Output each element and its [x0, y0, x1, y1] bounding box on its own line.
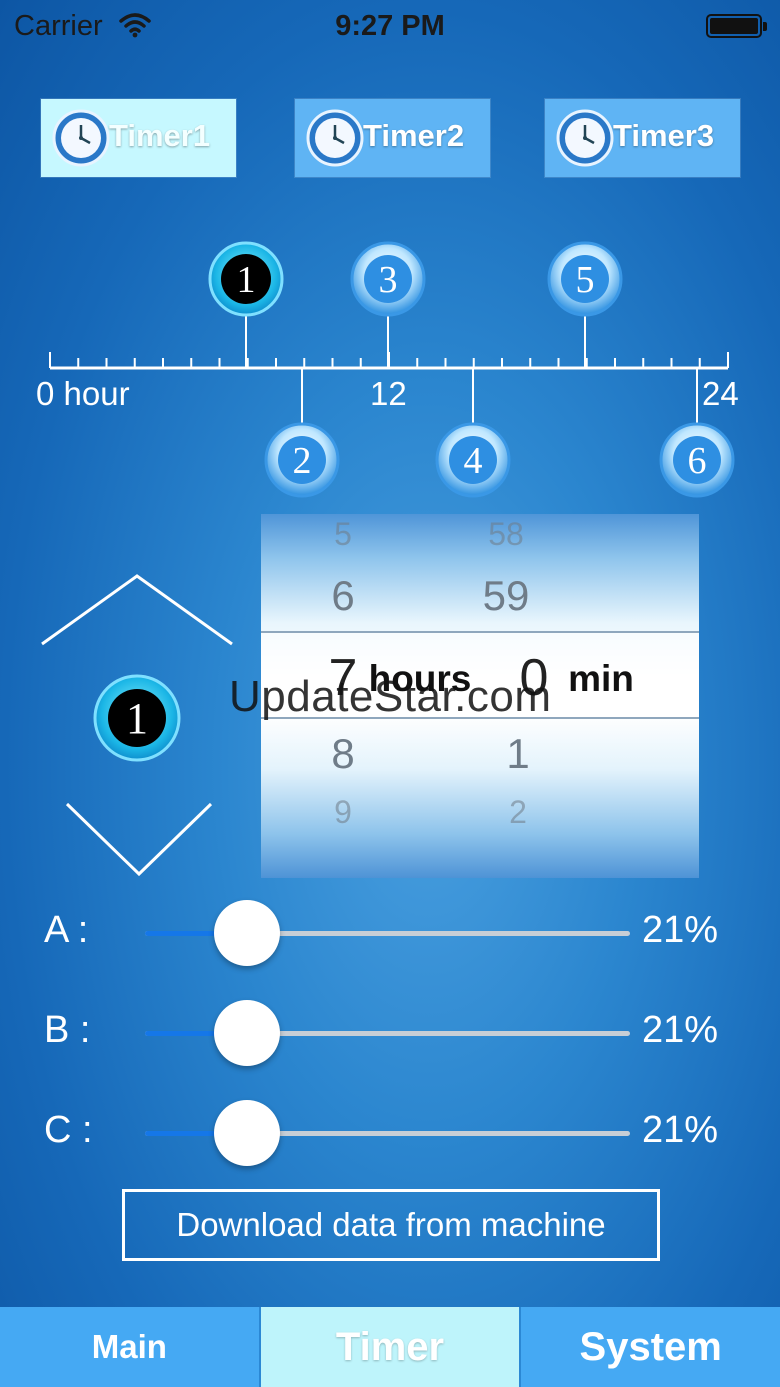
timeline-start-label: 0 hour	[36, 375, 130, 412]
slider-c-value: 21%	[642, 1109, 719, 1151]
slider-a-thumb[interactable]	[213, 900, 280, 966]
timeline-marker-3[interactable]: 3	[350, 241, 426, 317]
slider-b-value: 21%	[642, 1009, 719, 1051]
marker-6-label: 6	[688, 440, 707, 482]
timer1-label: Timer1	[109, 118, 211, 153]
clock-icon	[556, 109, 614, 167]
battery-icon	[706, 14, 767, 38]
selected-marker-badge: 1	[93, 674, 181, 762]
timeline-end-label: 24	[702, 375, 739, 412]
tab-timer[interactable]: Timer	[260, 1307, 522, 1387]
timeline-marker-1[interactable]: 1	[208, 241, 284, 317]
picker-hour-option[interactable]: 9	[303, 794, 383, 831]
tab-main[interactable]: Main	[0, 1307, 261, 1387]
picker-minute-option[interactable]: 1	[473, 730, 563, 778]
slider-c-label: C :	[44, 1109, 93, 1151]
picker-minute-option[interactable]: 58	[461, 516, 551, 553]
slider-a-label: A :	[44, 909, 89, 951]
selected-marker-label: 1	[126, 694, 148, 743]
bottom-tab-bar: Main Timer System	[0, 1307, 780, 1387]
slider-row-c: C : 21%	[0, 1095, 780, 1175]
picker-minutes-unit: min	[568, 658, 634, 699]
slider-c-thumb[interactable]	[213, 1100, 280, 1166]
slider-a-value: 21%	[642, 909, 719, 951]
slider-b-label: B :	[44, 1009, 91, 1051]
picker-hour-option[interactable]: 5	[303, 516, 383, 553]
marker-4-label: 4	[464, 440, 483, 482]
clock-icon	[52, 109, 110, 167]
picker-hour-option[interactable]: 6	[303, 572, 383, 620]
timer2-button[interactable]: Timer2	[295, 99, 490, 177]
timer3-button[interactable]: Timer3	[545, 99, 740, 177]
download-data-button[interactable]: Download data from machine	[122, 1189, 660, 1261]
timeline-marker-6[interactable]: 6	[659, 422, 735, 498]
timeline-marker-5[interactable]: 5	[547, 241, 623, 317]
down-arrow-button[interactable]	[64, 800, 214, 878]
timer1-button[interactable]: Timer1	[41, 99, 236, 177]
timeline-marker-2[interactable]: 2	[264, 422, 340, 498]
watermark: UpdateStar.com	[229, 672, 552, 721]
slider-row-a: A : 21%	[0, 895, 780, 975]
marker-5-label: 5	[576, 259, 595, 301]
tab-system[interactable]: System	[521, 1307, 780, 1387]
up-arrow-button[interactable]	[38, 572, 236, 648]
marker-1-label: 1	[237, 259, 256, 301]
status-bar: Carrier 9:27 PM	[0, 0, 780, 54]
timeline-marker-4[interactable]: 4	[435, 422, 511, 498]
picker-minute-option[interactable]: 2	[473, 794, 563, 831]
timeline: 1 3 5 2 4 6 0 hour 12 24	[36, 241, 739, 498]
timer2-label: Timer2	[363, 118, 465, 153]
picker-minute-option[interactable]: 59	[461, 572, 551, 620]
status-time: 9:27 PM	[335, 10, 445, 42]
marker-2-label: 2	[293, 440, 312, 482]
timeline-mid-label: 12	[370, 375, 407, 412]
picker-hour-option[interactable]: 8	[303, 730, 383, 778]
slider-row-b: B : 21%	[0, 995, 780, 1075]
marker-3-label: 3	[379, 259, 398, 301]
timer3-label: Timer3	[613, 118, 715, 153]
slider-b-thumb[interactable]	[213, 1000, 280, 1066]
clock-icon	[306, 109, 364, 167]
